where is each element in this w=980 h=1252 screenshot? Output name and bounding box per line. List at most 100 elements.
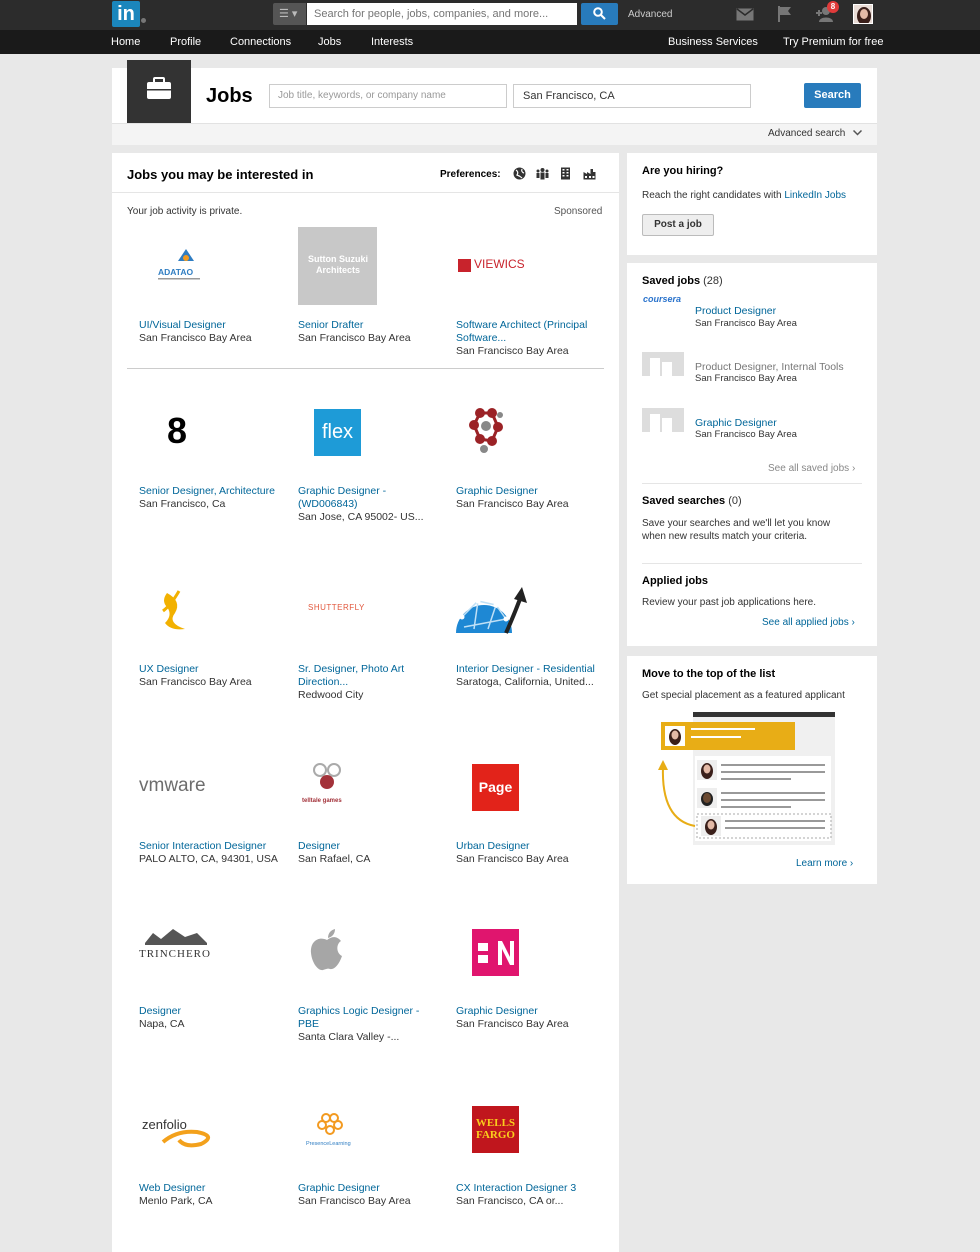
saved-job-item[interactable]: coursera Product Designer San Francisco … xyxy=(642,294,862,329)
job-card[interactable]: VIEWICS Software Architect (Principal Sof… xyxy=(444,227,594,367)
chevron-down-icon[interactable] xyxy=(853,130,862,136)
saved-job-title[interactable]: Product Designer, Internal Tools xyxy=(695,361,844,373)
job-card[interactable]: Page Urban Designer San Francisco Bay Ar… xyxy=(444,748,594,888)
company-logo-globe[interactable] xyxy=(444,571,594,651)
viewics-wordmark: VIEWICS xyxy=(474,257,525,271)
location-input[interactable]: San Francisco, CA xyxy=(513,84,751,108)
job-title[interactable]: Urban Designer xyxy=(456,840,596,853)
job-card[interactable]: Graphics Logic Designer - PBE Santa Clara… xyxy=(286,913,436,1053)
search-type-dropdown[interactable]: ☰ ▾ xyxy=(273,3,306,25)
job-title[interactable]: Senior Interaction Designer xyxy=(139,840,279,853)
saved-job-title[interactable]: Graphic Designer xyxy=(695,417,777,429)
company-logo-zenfolio[interactable]: zenfolio xyxy=(127,1090,277,1170)
job-title[interactable]: Graphic Designer xyxy=(456,1005,596,1018)
see-all-saved-jobs-link[interactable]: See all saved jobs › xyxy=(768,463,855,474)
saved-searches-count: (0) xyxy=(728,495,742,507)
company-logo-telltale[interactable]: telltale games xyxy=(286,748,436,828)
nav-profile[interactable]: Profile xyxy=(170,36,201,48)
wellsfargo-logo: WELLS FARGO xyxy=(472,1106,519,1153)
company-logo-viewics[interactable]: VIEWICS xyxy=(444,227,594,307)
job-title[interactable]: Sr. Designer, Photo Art Direction... xyxy=(298,663,438,689)
job-card[interactable]: Graphic Designer San Francisco Bay Area xyxy=(444,393,594,533)
job-location: PALO ALTO, CA, 94301, USA xyxy=(139,853,278,865)
job-card[interactable]: 8 Senior Designer, Architecture San Fran… xyxy=(127,393,277,533)
job-card[interactable]: TRINCHERO Designer Napa, CA xyxy=(127,913,277,1053)
logo-dot xyxy=(141,18,146,23)
keyword-input[interactable]: Job title, keywords, or company name xyxy=(269,84,507,108)
nav-jobs[interactable]: Jobs xyxy=(318,36,341,48)
job-card[interactable]: flex Graphic Designer - (WD006843) San Jo… xyxy=(286,393,436,533)
job-title[interactable]: Graphic Designer xyxy=(298,1182,438,1195)
job-title[interactable]: UI/Visual Designer xyxy=(139,319,279,332)
post-a-job-button[interactable]: Post a job xyxy=(642,214,714,236)
trinchero-wordmark: TRINCHERO xyxy=(139,948,211,960)
nav-connections[interactable]: Connections xyxy=(230,36,291,48)
job-title[interactable]: Senior Designer, Architecture xyxy=(139,485,279,498)
building-icon[interactable] xyxy=(559,167,572,180)
company-logo-trinchero[interactable]: TRINCHERO xyxy=(127,913,277,993)
job-location: San Francisco Bay Area xyxy=(456,853,569,865)
job-title[interactable]: Graphics Logic Designer - PBE xyxy=(298,1005,438,1031)
job-card[interactable]: Graphic Designer San Francisco Bay Area xyxy=(444,913,594,1053)
job-title[interactable]: Graphic Designer - (WD006843) xyxy=(298,485,438,511)
job-title[interactable]: Software Architect (Principal Software... xyxy=(456,319,596,345)
saved-job-item[interactable]: Product Designer, Internal Tools San Fra… xyxy=(642,352,862,384)
job-location: San Francisco Bay Area xyxy=(139,676,252,688)
job-card[interactable]: ADATAO UI/Visual Designer San Francisco … xyxy=(127,227,277,367)
nav-home[interactable]: Home xyxy=(111,36,140,48)
job-card[interactable]: vmware Senior Interaction Designer PALO … xyxy=(127,748,279,888)
job-card[interactable]: telltale games Designer San Rafael, CA xyxy=(286,748,436,888)
people-icon[interactable] xyxy=(536,167,549,180)
saved-job-item[interactable]: Graphic Designer San Francisco Bay Area xyxy=(642,408,862,440)
user-avatar[interactable] xyxy=(853,4,873,24)
job-title[interactable]: UX Designer xyxy=(139,663,279,676)
company-logo-apple[interactable] xyxy=(286,913,436,993)
global-search-button[interactable] xyxy=(581,3,618,25)
job-title[interactable]: CX Interaction Designer 3 xyxy=(456,1182,596,1195)
job-card[interactable]: WELLS FARGO CX Interaction Designer 3 Sa… xyxy=(444,1090,594,1230)
company-logo-sutton[interactable]: Sutton Suzuki Architects xyxy=(286,227,436,307)
jobs-search-button[interactable]: Search xyxy=(804,83,861,108)
see-all-applied-jobs-link[interactable]: See all applied jobs › xyxy=(762,617,855,628)
job-card[interactable]: Interior Designer - Residential Saratoga… xyxy=(444,571,596,711)
nav-interests[interactable]: Interests xyxy=(371,36,413,48)
factory-icon[interactable] xyxy=(583,167,596,180)
company-logo-molecule[interactable] xyxy=(444,393,594,473)
company-logo-adatao[interactable]: ADATAO xyxy=(127,227,277,307)
nav-try-premium[interactable]: Try Premium for free xyxy=(783,36,883,48)
linkedin-logo[interactable]: in xyxy=(112,1,140,27)
company-logo-page[interactable]: Page xyxy=(444,748,594,828)
molecule-logo xyxy=(469,408,503,453)
company-logo-pink[interactable] xyxy=(444,913,594,993)
learn-more-label: Learn more xyxy=(796,858,848,869)
company-logo-vmware[interactable]: vmware xyxy=(127,748,277,828)
job-card[interactable]: PresenceLearning Graphic Designer San Fr… xyxy=(286,1090,436,1230)
job-card[interactable]: UX Designer San Francisco Bay Area xyxy=(127,571,277,711)
job-card[interactable]: SHUTTERFLY Sr. Designer, Photo Art Direct… xyxy=(286,571,436,711)
global-search-input[interactable] xyxy=(307,3,577,25)
nav-business-services[interactable]: Business Services xyxy=(668,36,758,48)
messages-icon[interactable] xyxy=(736,8,754,21)
learn-more-link[interactable]: Learn more › xyxy=(796,858,853,869)
company-logo-wellsfargo[interactable]: WELLS FARGO xyxy=(444,1090,594,1170)
job-card[interactable]: Sutton Suzuki Architects Senior Drafter … xyxy=(286,227,436,367)
company-logo-presencelearning[interactable]: PresenceLearning xyxy=(286,1090,436,1170)
globe-icon[interactable] xyxy=(513,167,526,180)
company-logo-8[interactable]: 8 xyxy=(127,393,277,473)
job-title[interactable]: Web Designer xyxy=(139,1182,279,1195)
flag-icon[interactable] xyxy=(777,6,792,22)
saved-job-title[interactable]: Product Designer xyxy=(695,305,776,317)
company-logo-flex[interactable]: flex xyxy=(286,393,436,473)
advanced-search-link[interactable]: Advanced search xyxy=(768,128,845,139)
linkedin-jobs-link[interactable]: LinkedIn Jobs xyxy=(784,190,846,201)
advanced-link[interactable]: Advanced xyxy=(628,9,672,20)
job-title[interactable]: Senior Drafter xyxy=(298,319,438,332)
company-logo-ribbon[interactable] xyxy=(127,571,277,651)
job-title-line2: PBE xyxy=(298,1018,320,1030)
job-title[interactable]: Graphic Designer xyxy=(456,485,596,498)
job-title[interactable]: Designer xyxy=(139,1005,279,1018)
job-title[interactable]: Designer xyxy=(298,840,438,853)
job-title[interactable]: Interior Designer - Residential xyxy=(456,663,596,676)
company-logo-shutterfly[interactable]: SHUTTERFLY xyxy=(286,571,436,651)
job-card[interactable]: zenfolio Web Designer Menlo Park, CA xyxy=(127,1090,277,1230)
